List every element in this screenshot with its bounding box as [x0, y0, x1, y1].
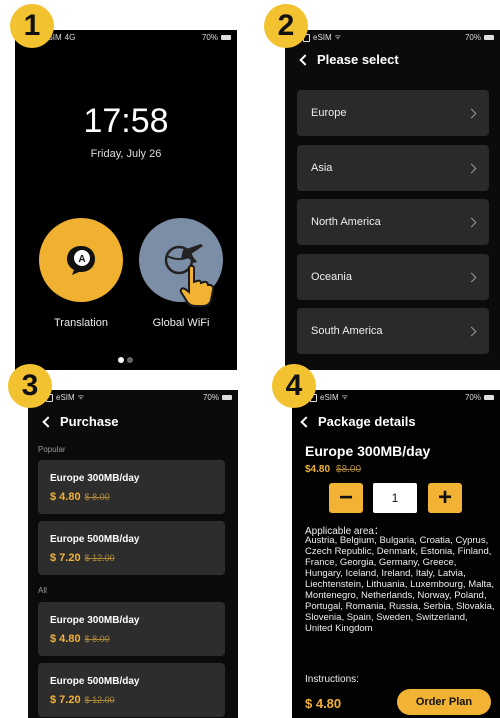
plan-price-row: $4.80 $8.00	[305, 464, 361, 475]
region-label: Asia	[311, 162, 333, 174]
global-wifi-app-button[interactable]	[139, 218, 223, 307]
plan-price-row: $ 7.20 $ 12.00	[50, 694, 213, 706]
step-badge-1: 1	[10, 4, 54, 48]
step-badge-3: 3	[8, 364, 52, 408]
increase-quantity-button[interactable]: +	[428, 483, 462, 513]
translation-glyph: A	[78, 254, 85, 265]
page-indicator	[118, 357, 133, 363]
page-header: Package details	[298, 414, 416, 429]
translation-label: Translation	[53, 317, 108, 329]
status-battery: 70%	[464, 393, 481, 402]
wifi-icon: ᯤ	[334, 34, 342, 41]
section-label-popular: Popular	[38, 445, 66, 454]
clock-time: 17:58	[83, 102, 169, 140]
battery-icon	[221, 35, 231, 40]
plan-price: $ 4.80	[50, 491, 81, 503]
plan-card[interactable]: Europe 500MB/day $ 7.20 $ 12.00	[38, 521, 225, 575]
decrease-quantity-button[interactable]: −	[329, 483, 363, 513]
status-bar: eSIM ᯤ 70%	[28, 393, 238, 405]
plan-name: Europe 500MB/day	[50, 676, 140, 687]
plan-old-price: $8.00	[336, 464, 362, 475]
plan-old-price: $ 8.00	[84, 492, 110, 502]
plan-price-row: $ 4.80 $ 8.00	[50, 633, 213, 645]
chevron-right-icon	[466, 108, 477, 118]
status-battery: 70%	[201, 33, 218, 42]
status-sim: eSIM	[320, 393, 339, 402]
plan-card[interactable]: Europe 300MB/day $ 4.80 $ 8.00	[38, 460, 225, 514]
applicable-area-text: Austria, Belgium, Bulgaria, Croatia, Cyp…	[305, 535, 495, 634]
page-header: Purchase	[40, 414, 119, 429]
plan-card[interactable]: Europe 300MB/day $ 4.80 $ 8.00	[38, 602, 225, 656]
plan-price: $ 7.20	[50, 552, 81, 564]
battery-icon	[222, 395, 232, 400]
region-label: Oceania	[311, 271, 352, 283]
back-icon[interactable]	[299, 53, 311, 66]
lock-screen: eSIM 4G 70% 17:58 Friday, July 26 A Trans…	[15, 30, 237, 370]
status-sim: eSIM	[313, 33, 332, 42]
clock-date: Friday, July 26	[90, 148, 162, 160]
region-label: Europe	[311, 107, 347, 119]
plan-price: $4.80	[305, 464, 331, 475]
region-item-europe[interactable]: Europe	[297, 90, 489, 136]
region-item-asia[interactable]: Asia	[297, 145, 489, 191]
plan-price-row: $ 7.20 $ 12.00	[50, 552, 213, 564]
plan-price: $ 7.20	[50, 694, 81, 706]
plan-name: Europe 300MB/day	[50, 615, 140, 626]
plan-name: Europe 300MB/day	[305, 443, 431, 459]
status-sim: eSIM	[56, 393, 75, 402]
region-select-screen: eSIM ᯤ 70% Please select Europe Asia Nort…	[285, 30, 500, 370]
wifi-icon: ᯤ	[341, 394, 349, 401]
status-battery: 70%	[464, 33, 481, 42]
step-badge-4: 4	[272, 364, 316, 408]
chevron-right-icon	[466, 163, 477, 173]
step-badge-2: 2	[264, 4, 308, 48]
instructions-label: Instructions:	[305, 674, 359, 685]
page-header: Please select	[297, 52, 399, 67]
page-dot	[127, 357, 133, 363]
battery-icon	[484, 395, 494, 400]
page-title: Purchase	[60, 414, 119, 429]
package-details-screen: eSIM ᯤ 70% Package details Europe 300MB/d…	[292, 390, 500, 718]
plan-card[interactable]: Europe 500MB/day $ 7.20 $ 12.00	[38, 663, 225, 717]
chevron-right-icon	[466, 217, 477, 227]
chat-bubble-icon: A	[67, 246, 95, 275]
region-item-oceania[interactable]: Oceania	[297, 254, 489, 300]
back-icon[interactable]	[42, 415, 54, 428]
order-plan-button[interactable]: Order Plan	[397, 689, 491, 715]
battery-icon	[484, 35, 494, 40]
plan-price-row: $ 4.80 $ 8.00	[50, 491, 213, 503]
plan-price: $ 4.80	[50, 633, 81, 645]
status-network: 4G	[64, 33, 76, 42]
page-title: Package details	[318, 414, 416, 429]
status-bar: eSIM ᯤ 70%	[292, 393, 500, 405]
region-label: South America	[311, 325, 383, 337]
plan-old-price: $ 12.00	[84, 695, 115, 705]
hand-pointer-icon	[179, 264, 215, 307]
translation-app-button[interactable]: A	[39, 218, 123, 302]
chevron-right-icon	[466, 272, 477, 282]
quantity-field[interactable]: 1	[373, 483, 417, 513]
region-item-south-america[interactable]: South America	[297, 308, 489, 354]
wifi-icon: ᯤ	[77, 394, 85, 401]
plan-old-price: $ 12.00	[84, 553, 115, 563]
global-wifi-label: Global WiFi	[152, 317, 210, 329]
status-battery: 70%	[202, 393, 219, 402]
page-dot-active	[118, 357, 124, 363]
total-price: $ 4.80	[305, 696, 342, 711]
plan-old-price: $ 8.00	[84, 634, 110, 644]
back-icon[interactable]	[300, 415, 312, 428]
plan-name: Europe 300MB/day	[50, 473, 140, 484]
region-label: North America	[311, 216, 381, 228]
chevron-right-icon	[466, 326, 477, 336]
purchase-screen: eSIM ᯤ 70% Purchase Popular Europe 300MB/…	[28, 390, 238, 718]
region-item-north-america[interactable]: North America	[297, 199, 489, 245]
section-label-all: All	[38, 586, 47, 595]
page-title: Please select	[317, 52, 399, 67]
plan-name: Europe 500MB/day	[50, 534, 140, 545]
status-bar: eSIM ᯤ 70%	[285, 33, 500, 45]
